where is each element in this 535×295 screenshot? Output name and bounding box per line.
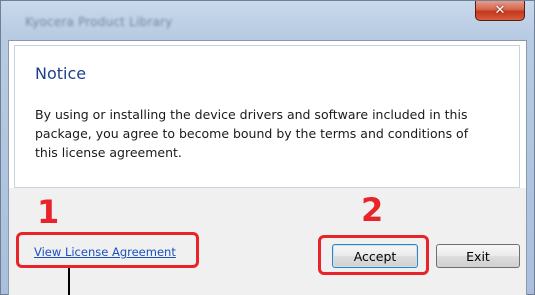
window-title: Kyocera Product Library	[25, 15, 173, 29]
close-button[interactable]: ✕	[475, 1, 525, 21]
callout-leader-line	[68, 268, 70, 295]
notice-body-line: package, you agree to become bound by th…	[35, 126, 469, 141]
title-bar[interactable]: Kyocera Product Library ✕	[1, 1, 535, 41]
notice-title: Notice	[35, 64, 87, 83]
close-icon: ✕	[494, 3, 506, 18]
step-2-number: 2	[361, 191, 384, 229]
notice-body-line: By using or installing the device driver…	[35, 107, 468, 122]
step-2-highlight	[318, 235, 429, 275]
step-1-highlight	[16, 232, 199, 268]
exit-button[interactable]: Exit	[436, 244, 520, 268]
notice-body: By using or installing the device driver…	[35, 105, 515, 162]
screenshot-stage: Kyocera Product Library ✕ Notice By usin…	[0, 0, 535, 295]
notice-body-line: this license agreement.	[35, 145, 182, 160]
step-1-number: 1	[37, 193, 60, 231]
